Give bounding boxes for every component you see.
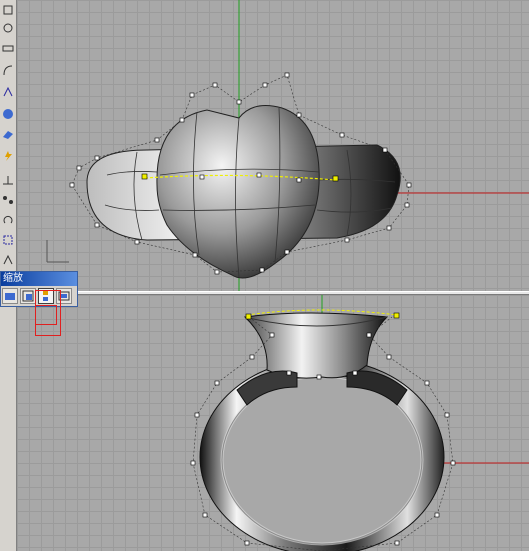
- zoom-window-icon[interactable]: [20, 288, 36, 304]
- curve-icon[interactable]: [1, 62, 15, 78]
- mirror-icon[interactable]: [1, 252, 15, 268]
- front-view-canvas: [190, 295, 529, 551]
- highlight-box-large: [35, 290, 61, 336]
- point-icon[interactable]: [1, 2, 15, 18]
- sphere-icon[interactable]: [1, 106, 15, 122]
- viewport-top[interactable]: [17, 0, 529, 291]
- scale-icon[interactable]: [1, 232, 15, 248]
- top-view-canvas: [46, 0, 529, 291]
- arc-icon[interactable]: [1, 84, 15, 100]
- viewport-front[interactable]: [17, 295, 529, 551]
- rotate-icon[interactable]: [1, 212, 15, 228]
- zoom-extents-icon[interactable]: [2, 288, 18, 304]
- lightning-icon[interactable]: [1, 148, 15, 164]
- box-icon[interactable]: [1, 126, 15, 142]
- dimension-icon[interactable]: [1, 172, 15, 188]
- rectangle-icon[interactable]: [1, 40, 15, 56]
- circle-icon[interactable]: [1, 20, 15, 36]
- zoom-panel-title[interactable]: 缩放: [1, 272, 77, 286]
- array-icon[interactable]: [1, 192, 15, 208]
